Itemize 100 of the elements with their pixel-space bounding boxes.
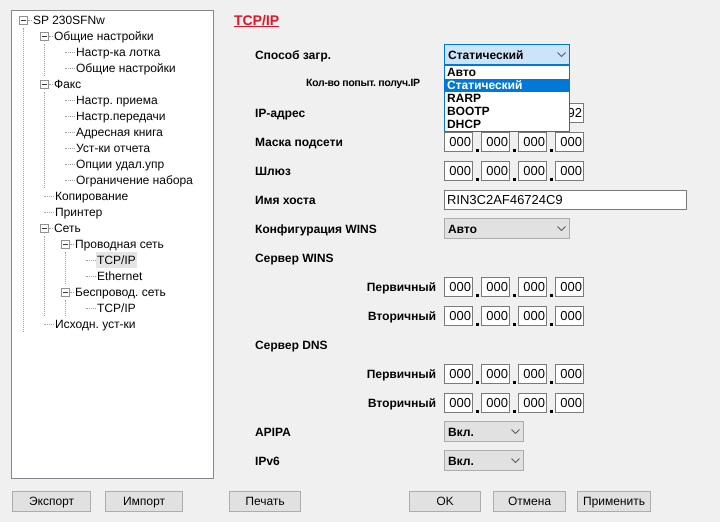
dropdown-option[interactable]: BOOTP <box>445 105 569 118</box>
field-label: Первичный <box>366 278 436 296</box>
octet-field[interactable]: 000 <box>444 306 473 326</box>
dialog-button[interactable]: Печать <box>229 490 301 512</box>
tree-item[interactable]: TCP/IP <box>96 300 137 316</box>
field-label: Имя хоста <box>254 192 317 208</box>
dropdown-option[interactable]: Авто <box>445 66 569 79</box>
octet-field[interactable]: 000 <box>518 276 547 296</box>
collapse-toggle-icon[interactable] <box>61 240 70 248</box>
dialog-button[interactable]: OK <box>409 490 481 512</box>
tree-item[interactable]: Факс <box>53 76 82 92</box>
hostname-field[interactable]: RIN3C2AF46724C9 <box>444 190 687 210</box>
field-label: Конфигурация WINS <box>254 220 378 238</box>
tree-item[interactable]: Исходн. уст-ки <box>54 316 137 332</box>
octet-field[interactable]: 000 <box>481 160 510 180</box>
chevron-down-icon <box>511 429 520 434</box>
octet-field[interactable]: 000 <box>555 160 584 180</box>
octet-field[interactable]: 000 <box>481 364 510 384</box>
field-label: Маска подсети <box>254 134 344 150</box>
octet-field[interactable]: 000 <box>481 132 510 152</box>
octet-field[interactable]: 000 <box>481 306 510 326</box>
octet-field[interactable]: 000 <box>444 160 473 180</box>
tree-item[interactable]: Настр. приема <box>75 92 159 108</box>
dialog-button[interactable]: Импорт <box>105 490 183 512</box>
octet-field[interactable]: 000 <box>555 276 584 296</box>
collapse-toggle-icon[interactable] <box>40 80 49 88</box>
octet-field[interactable]: 000 <box>555 392 584 412</box>
octet-field[interactable]: 000 <box>518 364 547 384</box>
field-label: Вторичный <box>368 308 436 324</box>
octet-field[interactable]: 000 <box>481 276 510 296</box>
dot-separator-icon <box>476 380 478 384</box>
octet-field[interactable]: 000 <box>518 306 547 326</box>
tree-item[interactable]: Адресная книга <box>75 124 164 140</box>
field-label: IPv6 <box>254 452 281 470</box>
collapse-toggle-icon[interactable] <box>40 32 49 40</box>
tree-item[interactable]: TCP/IP <box>96 252 137 268</box>
dropdown-option[interactable]: Статический <box>445 79 569 92</box>
tree-item[interactable]: Сеть <box>53 220 82 236</box>
dialog-button[interactable]: Экспорт <box>12 490 91 512</box>
tree-item[interactable]: Ethernet <box>96 268 144 284</box>
dot-separator-icon <box>550 178 552 180</box>
chevron-down-icon <box>557 226 566 231</box>
tree-item[interactable]: Беспровод. сеть <box>74 284 167 300</box>
dot-separator-icon <box>550 410 552 412</box>
tree-item[interactable]: Копирование <box>54 188 130 204</box>
dot-separator-icon <box>476 294 478 296</box>
tree-item[interactable]: Настр.передачи <box>75 108 166 124</box>
dialog-button[interactable]: Отмена <box>493 490 566 512</box>
dot-separator-icon <box>550 148 552 152</box>
octet-field[interactable]: 000 <box>481 392 510 412</box>
dot-separator-icon <box>476 148 478 152</box>
dropdown-option[interactable]: DHCP <box>445 118 569 131</box>
dropdown-option[interactable]: RARP <box>445 92 569 105</box>
dropdown[interactable]: Статический <box>444 44 570 65</box>
dropdown[interactable]: Авто <box>444 218 570 239</box>
dot-separator-icon <box>476 322 478 326</box>
octet-field[interactable]: 000 <box>518 392 547 412</box>
field-label: Сервер DNS <box>254 336 328 354</box>
field-label: Вторичный <box>368 394 436 412</box>
field-label: Шлюз <box>254 162 292 180</box>
octet-field[interactable]: 000 <box>555 306 584 326</box>
field-label: Сервер WINS <box>254 250 334 266</box>
octet-field[interactable]: 000 <box>444 364 473 384</box>
dot-separator-icon <box>512 294 516 296</box>
dot-separator-icon <box>550 294 552 296</box>
field-label: IP-адрес <box>254 104 306 122</box>
dropdown[interactable]: Вкл. <box>444 421 524 442</box>
dot-separator-icon <box>550 380 552 384</box>
tree-item[interactable]: Уст-ки отчета <box>75 140 152 156</box>
octet-field[interactable]: 000 <box>444 392 473 412</box>
tree-item[interactable]: Опции удал.упр <box>75 156 166 172</box>
tree-item[interactable]: Общие настройки <box>53 28 155 44</box>
tree-item[interactable]: SP 230SFNw <box>32 12 106 28</box>
dialog-button[interactable]: Применить <box>577 490 651 512</box>
tree-item[interactable]: Ограничение набора <box>75 172 194 188</box>
chevron-down-icon <box>511 458 520 463</box>
octet-field[interactable]: 000 <box>555 364 584 384</box>
tree-item[interactable]: Проводная сеть <box>74 236 165 252</box>
collapse-toggle-icon[interactable] <box>19 16 28 24</box>
octet-field[interactable]: 000 <box>444 276 473 296</box>
dropdown[interactable]: Вкл. <box>444 450 524 471</box>
dot-separator-icon <box>512 322 516 326</box>
octet-field[interactable]: 000 <box>518 160 547 180</box>
octet-field[interactable]: 000 <box>555 132 584 152</box>
octet-field[interactable]: 000 <box>518 132 547 152</box>
dot-separator-icon <box>512 148 516 152</box>
dot-separator-icon <box>476 178 478 180</box>
field-label: APIPA <box>254 424 292 440</box>
dot-separator-icon <box>512 380 516 384</box>
tree-item[interactable]: Настр-ка лотка <box>75 44 162 60</box>
dot-separator-icon <box>550 322 552 326</box>
field-label: Кол-во попыт. получ.IP <box>306 76 420 91</box>
octet-field[interactable]: 000 <box>444 132 473 152</box>
collapse-toggle-icon[interactable] <box>40 224 49 232</box>
collapse-toggle-icon[interactable] <box>61 288 70 296</box>
tree-item[interactable]: Принтер <box>54 204 104 220</box>
dot-separator-icon <box>512 178 516 180</box>
tree-item[interactable]: Общие настройки <box>75 60 177 76</box>
dot-separator-icon <box>476 410 478 412</box>
section-heading: TCP/IP <box>234 11 280 28</box>
